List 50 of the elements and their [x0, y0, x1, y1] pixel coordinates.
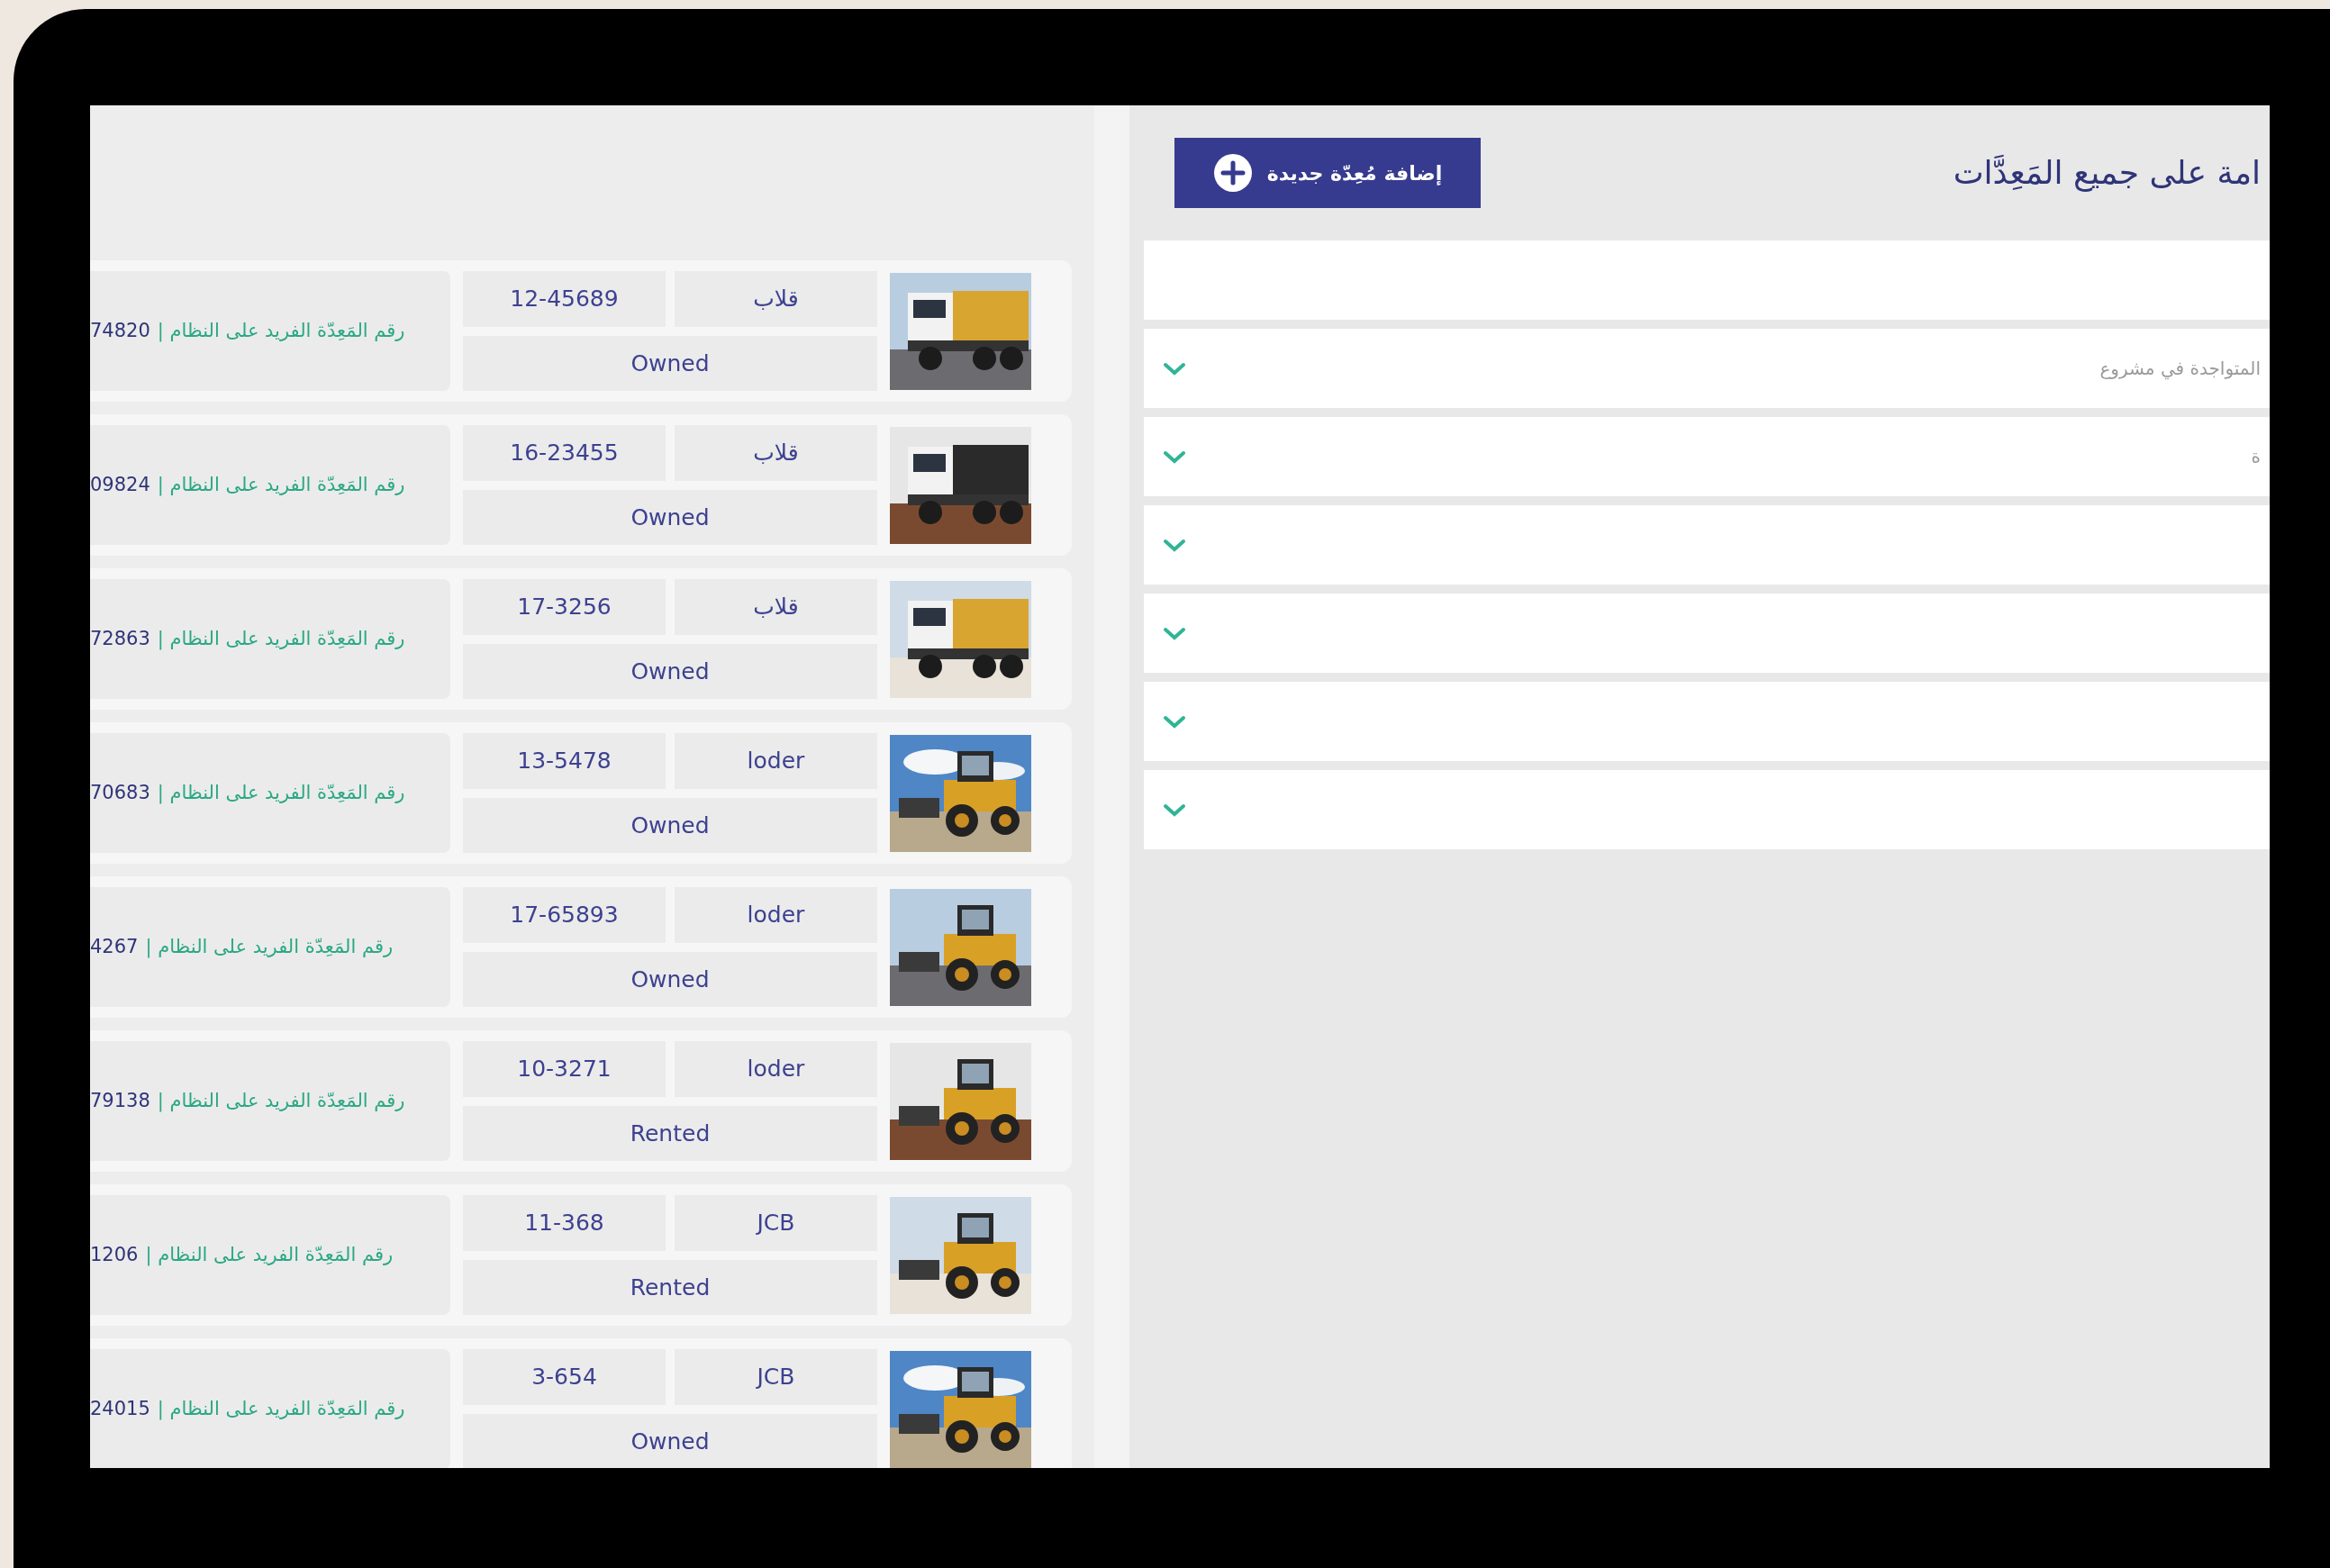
ownership-status: Owned: [463, 335, 877, 391]
ownership-status: Owned: [463, 489, 877, 545]
equipment-id: 74820: [90, 318, 150, 343]
filter-field[interactable]: [1144, 240, 2270, 320]
plate-number: 16-23455: [463, 425, 666, 481]
id-label: رقم المَعِدّة الفريد على النظام |: [157, 780, 405, 806]
equipment-type: قلاب: [675, 579, 877, 635]
equipment-id: 70683: [90, 780, 150, 805]
equipment-type: قلاب: [675, 271, 877, 327]
filter-dropdown[interactable]: [1144, 505, 2270, 585]
filter-label: المتواجدة في مشروع: [2099, 357, 2261, 382]
plate-number: 17-65893: [463, 887, 666, 943]
ownership-status: Owned: [463, 797, 877, 853]
equipment-id: 1206: [90, 1242, 139, 1267]
ownership-status: Owned: [463, 643, 877, 699]
plate-number: 17-3256: [463, 579, 666, 635]
page-title: امة على جميع المَعِدَّات: [1953, 153, 2261, 194]
filter-label: ة: [2251, 445, 2261, 469]
equipment-type: loder: [675, 887, 877, 943]
filter-dropdown[interactable]: [1144, 594, 2270, 673]
id-label: رقم المَعِدّة الفريد على النظام |: [157, 318, 405, 344]
id-label: رقم المَعِدّة الفريد على النظام |: [157, 1088, 405, 1114]
ownership-status: Rented: [463, 1105, 877, 1161]
id-label: رقم المَعِدّة الفريد على النظام |: [157, 626, 405, 652]
ownership-status: Rented: [463, 1259, 877, 1315]
id-label: رقم المَعِدّة الفريد على النظام |: [145, 1242, 394, 1268]
plate-number: 10-3271: [463, 1041, 666, 1097]
plus-icon: [1212, 153, 1253, 193]
equipment-id: 24015: [90, 1396, 150, 1421]
equipment-type: JCB: [675, 1349, 877, 1405]
equipment-type: loder: [675, 1041, 877, 1097]
equipment-id: 79138: [90, 1088, 150, 1113]
plate-number: 12-45689: [463, 271, 666, 327]
id-label: رقم المَعِدّة الفريد على النظام |: [145, 934, 394, 960]
plate-number: 3-654: [463, 1349, 666, 1405]
equipment-type: loder: [675, 733, 877, 789]
equipment-type: JCB: [675, 1195, 877, 1251]
ownership-status: Owned: [463, 951, 877, 1007]
ownership-status: Owned: [463, 1413, 877, 1468]
equipment-type: قلاب: [675, 425, 877, 481]
equipment-id: 72863: [90, 626, 150, 651]
filter-dropdown[interactable]: [1144, 682, 2270, 761]
equipment-id: 09824: [90, 472, 150, 497]
id-label: رقم المَعِدّة الفريد على النظام |: [157, 472, 405, 498]
plate-number: 11-368: [463, 1195, 666, 1251]
add-equipment-button[interactable]: إضافة مُعِدّة جديدة: [1174, 138, 1481, 208]
id-label: رقم المَعِدّة الفريد على النظام |: [157, 1396, 405, 1422]
filter-dropdown[interactable]: [1144, 770, 2270, 849]
plate-number: 13-5478: [463, 733, 666, 789]
equipment-id: 4267: [90, 934, 139, 959]
